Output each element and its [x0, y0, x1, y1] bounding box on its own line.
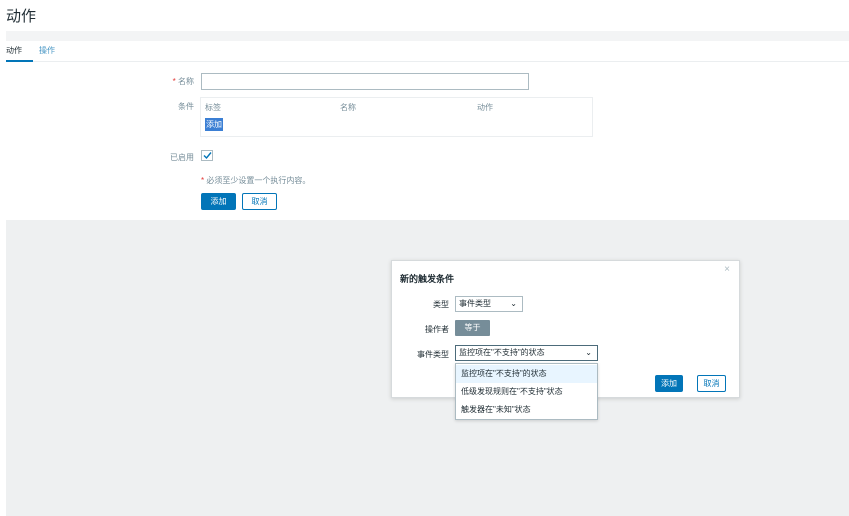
name-label-text: 名称 [178, 77, 194, 86]
tab-bar: 动作 操作 [6, 45, 849, 62]
name-input[interactable] [201, 73, 529, 90]
column-header-action: 动作 [477, 103, 493, 112]
dialog-title: 新的触发条件 [400, 274, 455, 284]
conditions-table: 标签 名称 动作 添加 [200, 97, 593, 137]
type-select-value: 事件类型 [459, 299, 491, 308]
required-mark: * [172, 77, 176, 86]
dialog-add-button[interactable]: 添加 [655, 375, 683, 392]
dropdown-option[interactable]: 低级发现规则在"不支持"状态 [456, 383, 597, 401]
chevron-down-icon: ⌄ [510, 299, 517, 308]
name-label: * 名称 [140, 76, 194, 87]
conditions-label: 条件 [178, 102, 194, 111]
event-type-select-value: 监控项在"不支持"的状态 [459, 348, 545, 357]
hint-text: 必须至少设置一个执行内容。 [206, 176, 311, 185]
operation-hint: * 必须至少设置一个执行内容。 [201, 175, 310, 186]
title-band [6, 31, 849, 41]
event-type-select[interactable]: 监控项在"不支持"的状态 ⌄ [455, 345, 598, 361]
dropdown-option[interactable]: 监控项在"不支持"的状态 [456, 365, 597, 383]
column-header-tag: 标签 [205, 103, 221, 112]
cancel-button[interactable]: 取消 [242, 193, 277, 210]
type-select[interactable]: 事件类型 ⌄ [455, 296, 523, 312]
enabled-checkbox[interactable] [201, 150, 213, 161]
event-type-label: 事件类型 [417, 350, 449, 359]
check-icon [203, 152, 212, 160]
dialog-cancel-button[interactable]: 取消 [697, 375, 726, 392]
operator-equals-button[interactable]: 等于 [455, 320, 490, 336]
tab-operations[interactable]: 操作 [39, 45, 61, 62]
type-label: 类型 [433, 300, 449, 309]
dropdown-option[interactable]: 触发器在"未知"状态 [456, 401, 597, 419]
required-mark: * [201, 176, 205, 185]
page-title: 动作 [6, 8, 37, 25]
event-type-dropdown: 监控项在"不支持"的状态 低级发现规则在"不支持"状态 触发器在"未知"状态 [455, 363, 598, 420]
operator-label: 操作者 [425, 325, 449, 334]
add-condition-link[interactable]: 添加 [205, 118, 223, 131]
enabled-label: 已启用 [170, 153, 194, 162]
tab-action[interactable]: 动作 [6, 45, 33, 62]
column-header-name: 名称 [340, 103, 356, 112]
action-page: 动作 动作 操作 * 名称 条件 标签 名称 动作 添加 已启用 * 必须至少设… [0, 0, 849, 516]
close-icon[interactable]: × [724, 264, 730, 275]
add-button[interactable]: 添加 [201, 193, 236, 210]
chevron-down-icon: ⌄ [585, 348, 592, 357]
